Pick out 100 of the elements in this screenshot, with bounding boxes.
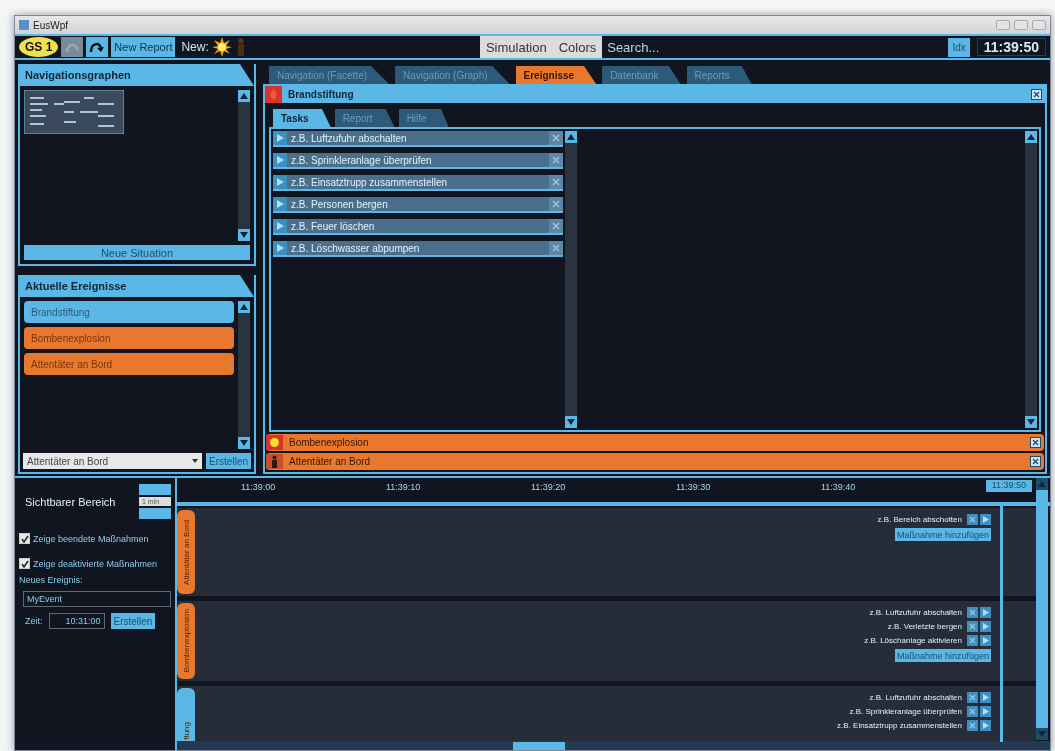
create-button[interactable]: Erstellen <box>206 453 251 469</box>
play-icon <box>276 134 284 142</box>
tab[interactable]: Hilfe <box>398 109 449 127</box>
close-icon <box>969 516 976 523</box>
task-row[interactable]: z.B. Luftzufuhr abschalten <box>273 131 563 147</box>
close-icon[interactable] <box>1030 437 1041 448</box>
scroll-up-icon[interactable] <box>1027 134 1035 140</box>
tab[interactable]: Ereignisse <box>515 66 597 84</box>
clock: 11:39:50 <box>976 38 1046 56</box>
event-dropdown[interactable]: Attentäter an Bord <box>23 453 203 469</box>
remove-button[interactable] <box>967 692 978 703</box>
start-button[interactable] <box>980 607 991 618</box>
graph-thumbnail[interactable] <box>24 90 124 134</box>
event-item[interactable]: Attentäter an Bord <box>24 353 234 375</box>
minimize-button[interactable] <box>996 20 1010 30</box>
check-icon <box>20 534 29 543</box>
app-icon <box>19 20 29 30</box>
close-icon <box>969 708 976 715</box>
measure-label: z.B. Verletzte bergen <box>887 622 962 631</box>
tab[interactable]: Navigation (Facette) <box>269 66 390 84</box>
maximize-button[interactable] <box>1014 20 1028 30</box>
range-label: Sichtbarer Bereich <box>25 495 116 508</box>
lane-tag[interactable]: ftung <box>177 688 195 741</box>
task-row[interactable]: z.B. Personen bergen <box>273 197 563 213</box>
play-icon <box>276 178 284 186</box>
scroll-up-icon[interactable] <box>240 93 248 99</box>
event-title: Brandstiftung <box>288 89 355 100</box>
scroll-down-icon[interactable] <box>1027 419 1035 425</box>
menu-item[interactable]: Simulation <box>479 39 553 55</box>
explosion-icon[interactable] <box>211 37 232 57</box>
event-item[interactable]: Brandstiftung <box>24 301 234 323</box>
start-button[interactable] <box>980 720 991 731</box>
event-pane-header[interactable]: Bombenexplosion <box>266 434 1044 451</box>
start-button[interactable] <box>980 692 991 703</box>
tab[interactable]: Reports <box>686 66 752 84</box>
remove-button[interactable] <box>967 514 978 525</box>
start-button[interactable] <box>980 514 991 525</box>
checkbox[interactable] <box>19 533 30 544</box>
undo-icon <box>64 41 81 53</box>
time-label: Zeit: <box>25 616 43 626</box>
time-field[interactable]: 10:31:00 <box>48 613 105 629</box>
tab[interactable]: Navigation (Graph) <box>395 66 510 84</box>
event-item[interactable]: Bombenexplosion <box>24 327 234 349</box>
check-icon <box>20 559 29 568</box>
new-report-button[interactable]: New Report <box>111 37 176 57</box>
lane-tag[interactable]: Attentäter an Bord <box>177 510 195 594</box>
window-title: EusWpf <box>33 19 69 31</box>
event-title: Attentäter an Bord <box>289 456 372 467</box>
task-row[interactable]: z.B. Sprinkleranlage überprüfen <box>273 153 563 169</box>
event-name-field[interactable]: MyEvent <box>23 591 171 607</box>
task-row[interactable]: z.B. Feuer löschen <box>273 219 563 235</box>
checkbox-label: Zeige beendete Maßnahmen <box>33 533 149 544</box>
event-title: Bombenexplosion <box>289 437 370 448</box>
new-situation-button[interactable]: Neue Situation <box>24 245 250 260</box>
create-button[interactable]: Erstellen <box>110 613 156 629</box>
scroll-down-icon[interactable] <box>240 232 248 238</box>
time-tick: 11:39:00 <box>241 481 277 494</box>
lane-tag[interactable]: Bombenexplosion <box>177 603 195 679</box>
event-pane-header[interactable]: Attentäter an Bord <box>266 453 1044 470</box>
tab[interactable]: Report <box>334 109 395 127</box>
task-label: z.B. Personen bergen <box>290 198 389 210</box>
add-measure-button[interactable]: Maßnahme hinzufügen <box>894 528 991 541</box>
panel-title: Aktuelle Ereignisse <box>20 275 254 297</box>
task-row[interactable]: z.B. Einsatztrupp zusammenstellen <box>273 175 563 191</box>
remove-button[interactable] <box>967 621 978 632</box>
remove-button[interactable] <box>967 607 978 618</box>
play-icon <box>276 222 284 230</box>
play-icon <box>276 156 284 164</box>
scroll-up-icon[interactable] <box>567 134 575 140</box>
add-measure-button[interactable]: Maßnahme hinzufügen <box>894 649 991 662</box>
remove-button[interactable] <box>967 720 978 731</box>
start-button[interactable] <box>980 706 991 717</box>
close-icon[interactable] <box>1030 456 1041 467</box>
close-icon <box>969 637 976 644</box>
scroll-down-icon[interactable] <box>567 419 575 425</box>
task-row[interactable]: z.B. Löschwasser abpumpen <box>273 241 563 257</box>
menu-item[interactable]: Colors <box>552 39 603 55</box>
close-button[interactable] <box>1032 20 1046 30</box>
start-button[interactable] <box>980 635 991 646</box>
scroll-thumb[interactable] <box>513 741 565 750</box>
index-button[interactable]: Idx <box>948 37 970 57</box>
redo-button[interactable] <box>86 37 109 57</box>
measure-label: z.B. Luftzufuhr abschalten <box>869 693 962 702</box>
event-pane-header[interactable]: Brandstiftung <box>265 86 1045 103</box>
task-label: z.B. Einsatztrupp zusammenstellen <box>290 176 449 188</box>
task-label: z.B. Sprinkleranlage überprüfen <box>290 154 433 166</box>
scroll-down-icon[interactable] <box>240 440 248 446</box>
remove-button[interactable] <box>967 706 978 717</box>
start-button[interactable] <box>980 621 991 632</box>
tab[interactable]: Datenbank <box>602 66 681 84</box>
checkbox[interactable] <box>19 558 30 569</box>
panel-title: Navigationsgraphen <box>20 64 254 86</box>
tab[interactable]: Tasks <box>273 109 331 127</box>
fire-icon <box>265 86 282 103</box>
scroll-up-icon[interactable] <box>240 304 248 310</box>
close-icon <box>969 694 976 701</box>
remove-button[interactable] <box>967 635 978 646</box>
situation-badge[interactable]: GS 1 <box>19 37 59 57</box>
close-icon[interactable] <box>1031 89 1042 100</box>
task-label: z.B. Feuer löschen <box>290 220 376 232</box>
